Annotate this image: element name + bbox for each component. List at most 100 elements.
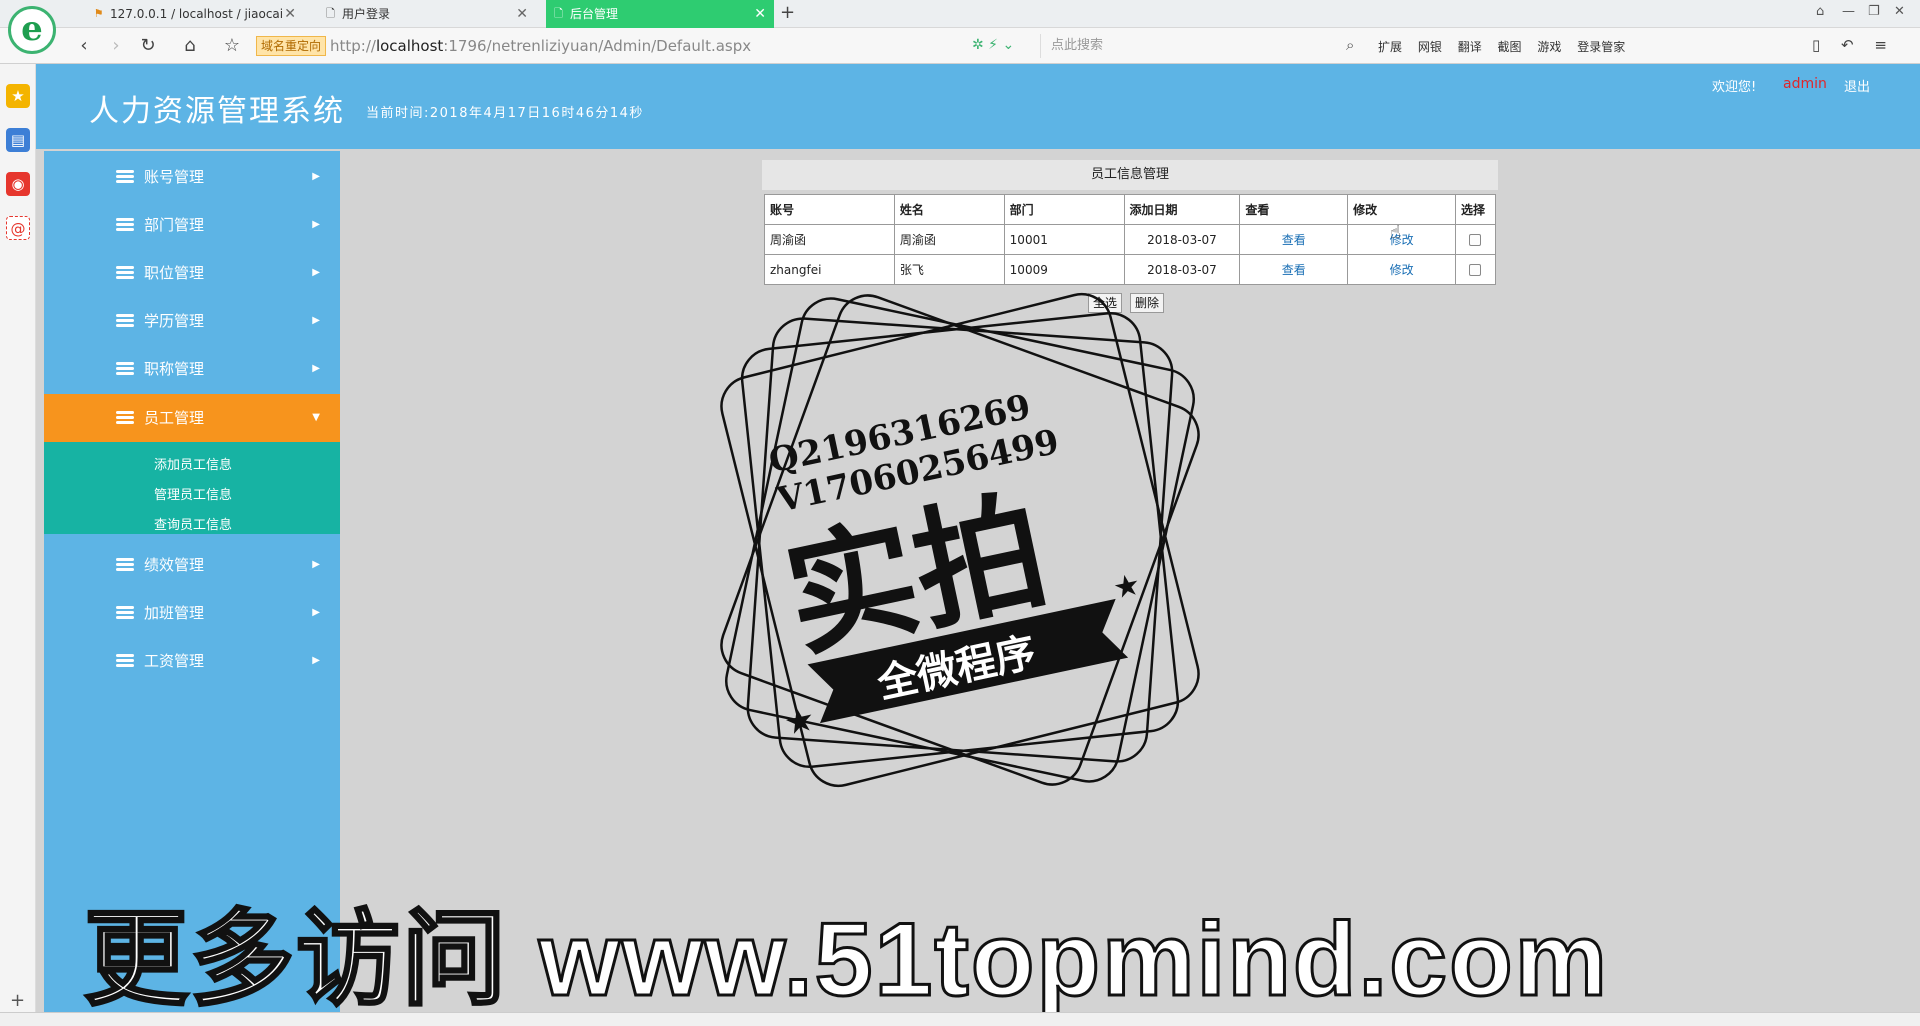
- view-link[interactable]: 查看: [1282, 233, 1306, 247]
- toolbar-screenshot[interactable]: 截图: [1498, 40, 1522, 54]
- back-icon[interactable]: ‹: [72, 34, 96, 58]
- address-bar: ‹ › ↻ ⌂ ☆ 域名重定向 http://localhost:1796/ne…: [0, 28, 1920, 64]
- sidebar: 账号管理 ▶ 部门管理 ▶ 职位管理 ▶ 学历管理 ▶ 职称管理 ▶ 员工管理 …: [44, 151, 340, 1012]
- hand-cursor-icon: ☝: [1390, 222, 1401, 243]
- submenu-add-employee[interactable]: 添加员工信息: [154, 454, 232, 473]
- watermark-stamp: Q2196316269 V17060256499 实拍 全微程序 ★ ★: [720, 292, 1200, 788]
- sidebar-item-salary[interactable]: 工资管理 ▶: [44, 637, 340, 685]
- tab-phpmyadmin[interactable]: ⚑ 127.0.0.1 / localhost / jiaocai ✕: [86, 0, 304, 28]
- stack-icon: [116, 170, 134, 184]
- minimize-icon[interactable]: —: [1842, 4, 1855, 19]
- chevron-right-icon: ▶: [312, 267, 320, 278]
- toolbar-translate[interactable]: 翻译: [1458, 40, 1482, 54]
- search-input[interactable]: 点此搜索: [1040, 34, 1366, 58]
- url-field[interactable]: http://localhost:1796/netrenliziyuan/Adm…: [330, 36, 751, 56]
- table-row: zhangfei 张飞 10009 2018-03-07 查看 修改: [764, 254, 1497, 285]
- cell-name: 张飞: [893, 254, 1005, 285]
- logout-link[interactable]: 退出: [1844, 76, 1870, 95]
- reader-icon[interactable]: ▤: [6, 128, 30, 152]
- stack-icon: [116, 314, 134, 328]
- browser-tabbar: ⚑ 127.0.0.1 / localhost / jiaocai ✕ 🗋 用户…: [0, 0, 1920, 28]
- toolbar-login-manager[interactable]: 登录管家: [1577, 40, 1625, 54]
- sidebar-item-accounts[interactable]: 账号管理 ▶: [44, 153, 340, 201]
- table-header-row: 账号 姓名 部门 添加日期 查看 修改 选择: [764, 194, 1497, 225]
- browser-toolbar: 扩展 网银 翻译 截图 游戏 登录管家: [1378, 38, 1637, 55]
- sidebar-item-positions[interactable]: 职位管理 ▶: [44, 249, 340, 297]
- speed-icon[interactable]: ✲ ⚡ ⌄: [972, 37, 1014, 53]
- stack-icon: [116, 266, 134, 280]
- chevron-right-icon: ▶: [312, 559, 320, 570]
- stack-icon: [116, 218, 134, 232]
- chevron-right-icon: ▶: [312, 219, 320, 230]
- chevron-right-icon: ▶: [312, 171, 320, 182]
- col-edit: 修改: [1347, 194, 1456, 225]
- sidebar-item-departments[interactable]: 部门管理 ▶: [44, 201, 340, 249]
- forward-icon[interactable]: ›: [104, 34, 128, 58]
- close-icon[interactable]: ✕: [284, 0, 296, 28]
- tab-label: 127.0.0.1 / localhost / jiaocai: [110, 7, 284, 21]
- status-bar: [0, 1012, 1920, 1026]
- employee-submenu: 添加员工信息 管理员工信息 查询员工信息: [44, 442, 340, 534]
- row-checkbox[interactable]: [1469, 264, 1482, 276]
- col-department: 部门: [1003, 194, 1125, 225]
- cell-name: 周渝函: [893, 224, 1005, 255]
- cell-date: 2018-03-07: [1123, 254, 1241, 285]
- cell-date: 2018-03-07: [1123, 224, 1241, 255]
- sidebar-item-overtime[interactable]: 加班管理 ▶: [44, 589, 340, 637]
- close-icon[interactable]: ✕: [516, 0, 528, 28]
- sidebar-item-label: 部门管理: [144, 216, 205, 234]
- favorites-icon[interactable]: ★: [6, 84, 30, 108]
- new-tab-button[interactable]: +: [780, 0, 795, 26]
- welcome-text: 欢迎您!: [1712, 80, 1757, 95]
- sidebar-item-performance[interactable]: 绩效管理 ▶: [44, 541, 340, 589]
- mail-icon[interactable]: @: [6, 216, 30, 240]
- menu-icon[interactable]: ≡: [1874, 36, 1887, 54]
- refresh-icon[interactable]: ↻: [136, 34, 160, 58]
- employee-table: 账号 姓名 部门 添加日期 查看 修改 选择 周渝函 周渝函 10001 201…: [764, 194, 1497, 285]
- undo-icon[interactable]: ↶: [1841, 36, 1854, 54]
- row-checkbox[interactable]: [1469, 234, 1482, 246]
- toolbar-extensions[interactable]: 扩展: [1378, 40, 1402, 54]
- home-icon[interactable]: ⌂: [178, 34, 202, 58]
- tab-user-login[interactable]: 🗋 用户登录 ✕: [318, 0, 536, 28]
- stack-icon: [116, 606, 134, 620]
- page-title: 人力资源管理系统: [89, 94, 345, 129]
- col-name: 姓名: [893, 194, 1005, 225]
- add-icon[interactable]: +: [10, 990, 25, 1011]
- shirt-icon[interactable]: ⌂: [1816, 4, 1824, 19]
- restore-icon[interactable]: ❐: [1868, 4, 1880, 19]
- edit-link[interactable]: 修改: [1390, 263, 1414, 277]
- table-row: 周渝函 周渝函 10001 2018-03-07 查看 修改: [764, 224, 1497, 255]
- chevron-right-icon: ▶: [312, 607, 320, 618]
- sidebar-item-label: 职称管理: [144, 360, 205, 378]
- tab-admin[interactable]: 🗋 后台管理 ✕: [546, 0, 774, 28]
- star-icon[interactable]: ☆: [220, 34, 244, 58]
- close-window-icon[interactable]: ✕: [1894, 4, 1905, 19]
- sidebar-item-label: 学历管理: [144, 312, 205, 330]
- redirect-badge[interactable]: 域名重定向: [256, 36, 327, 56]
- sidebar-item-education[interactable]: 学历管理 ▶: [44, 297, 340, 345]
- weibo-icon[interactable]: ◉: [6, 172, 30, 196]
- cell-account: zhangfei: [764, 254, 895, 285]
- star-icon: ★: [1110, 567, 1144, 607]
- stack-icon: [116, 362, 134, 376]
- toolbar-games[interactable]: 游戏: [1537, 40, 1561, 54]
- submenu-manage-employee[interactable]: 管理员工信息: [154, 484, 232, 503]
- cell-department: 10009: [1003, 254, 1125, 285]
- panel-title: 员工信息管理: [762, 160, 1498, 190]
- sidebar-item-employees[interactable]: 员工管理 ▼: [44, 394, 340, 442]
- toolbar-bank[interactable]: 网银: [1418, 40, 1442, 54]
- sidebar-item-label: 职位管理: [144, 264, 205, 282]
- browser-sidebar: ★ ▤ ◉ @ +: [0, 64, 36, 1012]
- view-link[interactable]: 查看: [1282, 263, 1306, 277]
- bookmark-icon[interactable]: ▯: [1812, 36, 1820, 54]
- browser-logo: e: [8, 6, 56, 54]
- user-link[interactable]: admin: [1783, 76, 1827, 92]
- submenu-query-employee[interactable]: 查询员工信息: [154, 514, 232, 533]
- search-icon[interactable]: ⌕: [1346, 36, 1354, 54]
- close-icon[interactable]: ✕: [754, 0, 766, 28]
- stack-icon: [116, 654, 134, 668]
- stack-icon: [116, 558, 134, 572]
- sidebar-item-titles[interactable]: 职称管理 ▶: [44, 345, 340, 393]
- watermark-bottom-text: 更多访问 www.51topmind.com: [82, 902, 1610, 1018]
